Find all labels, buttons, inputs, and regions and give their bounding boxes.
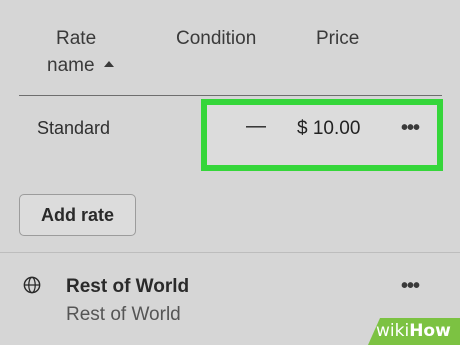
zone-subtitle: Rest of World xyxy=(66,304,181,325)
more-horizontal-icon[interactable]: ••• xyxy=(401,276,420,296)
globe-icon xyxy=(23,276,41,294)
more-horizontal-icon[interactable]: ••• xyxy=(401,118,420,138)
zone-title: Rest of World xyxy=(66,276,190,297)
watermark-part1: wiki xyxy=(376,321,410,341)
sort-ascending-icon[interactable] xyxy=(103,60,114,67)
watermark-part2: How xyxy=(409,321,451,341)
column-header-condition: Condition xyxy=(176,28,257,49)
rate-row-price: $ 10.00 xyxy=(297,118,361,139)
rate-row-name: Standard xyxy=(37,118,111,138)
column-header-rate-name[interactable]: Rate name xyxy=(47,25,114,79)
column-header-price: Price xyxy=(316,28,360,49)
column-header-rate-name-line2: name xyxy=(47,55,95,76)
rate-row-condition: — xyxy=(246,115,266,137)
add-rate-button[interactable]: Add rate xyxy=(19,194,136,236)
header-divider xyxy=(19,95,442,96)
column-header-rate-name-line1: Rate xyxy=(56,28,97,49)
watermark-logo: wikiHow xyxy=(368,318,460,345)
